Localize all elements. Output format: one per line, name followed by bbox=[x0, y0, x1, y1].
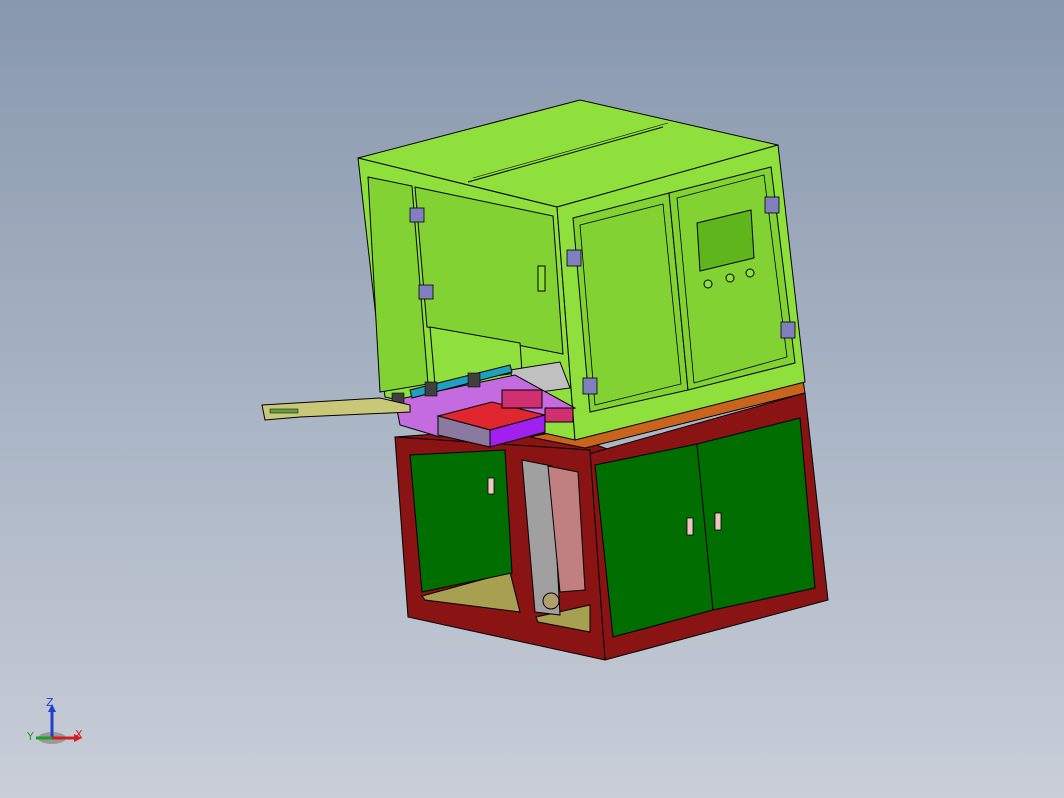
y-label: Y bbox=[26, 730, 34, 743]
lower-right-door-handle-left[interactable] bbox=[686, 517, 694, 536]
z-label: Z bbox=[46, 696, 54, 709]
x-label: X bbox=[75, 728, 83, 741]
control-button-3[interactable] bbox=[745, 268, 755, 278]
lower-right-door-left[interactable] bbox=[594, 443, 714, 638]
upper-cabinet-handle[interactable] bbox=[537, 265, 546, 292]
middle-panel-knob[interactable] bbox=[542, 592, 560, 610]
clamp-block-2[interactable] bbox=[544, 407, 574, 423]
lower-left-door[interactable] bbox=[409, 449, 513, 593]
control-button-1[interactable] bbox=[703, 279, 713, 289]
lower-right-door-handle-right[interactable] bbox=[714, 512, 722, 531]
3d-viewport[interactable]: Z X Y bbox=[0, 0, 1064, 798]
machine-assembly-model[interactable] bbox=[0, 0, 1064, 798]
clamp-block-1[interactable] bbox=[501, 389, 543, 409]
control-button-2[interactable] bbox=[725, 273, 735, 283]
orientation-triad[interactable]: Z X Y bbox=[22, 696, 92, 756]
lower-left-door-handle[interactable] bbox=[487, 477, 495, 495]
